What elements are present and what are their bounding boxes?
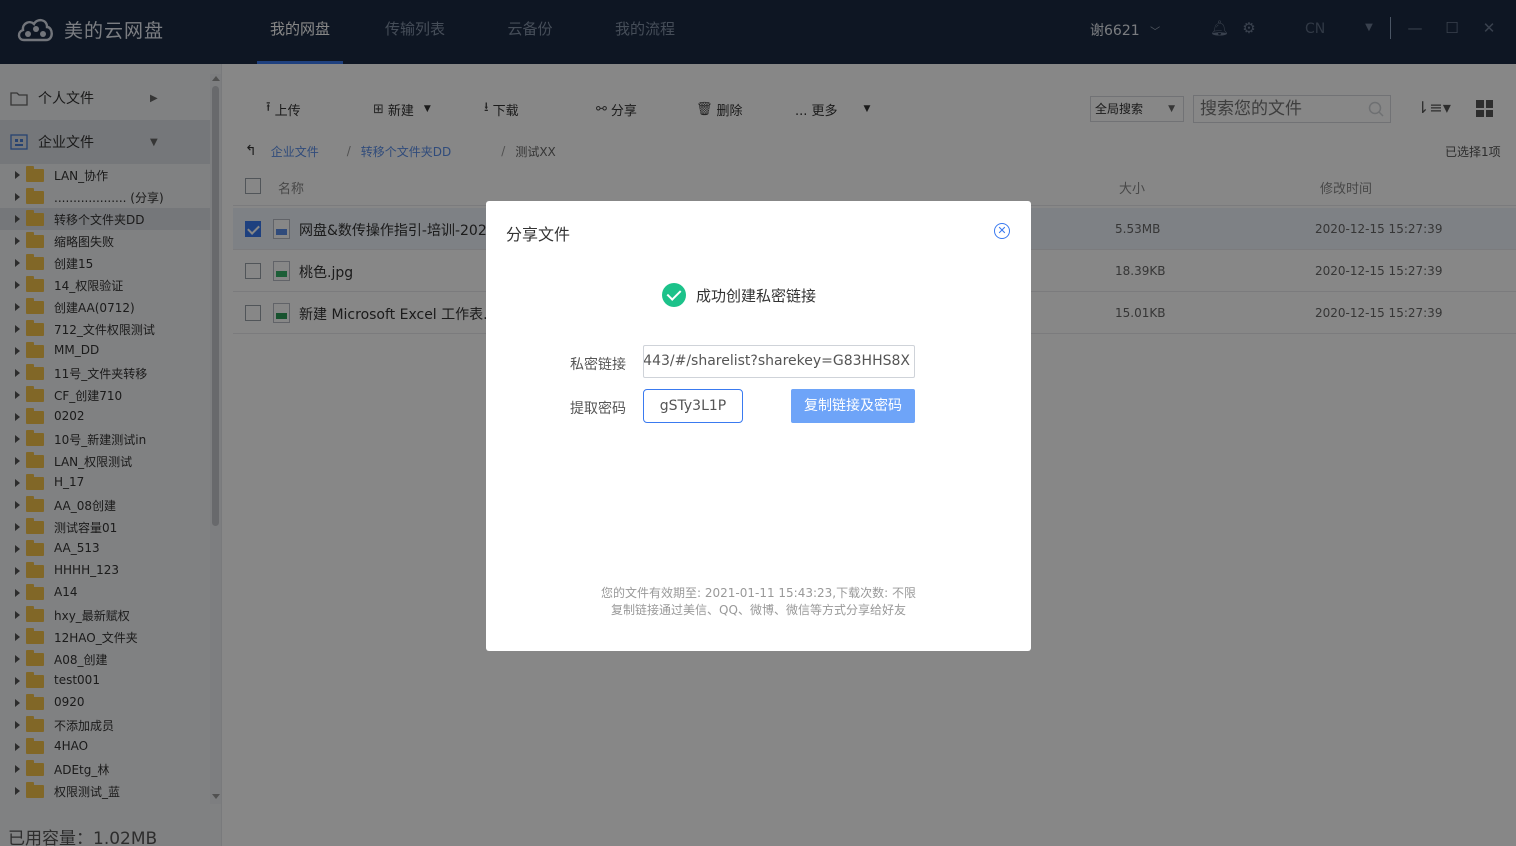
link-label: 私密链接 [570, 357, 626, 373]
password-label: 提取密码 [570, 401, 626, 417]
success-text: 成功创建私密链接 [696, 286, 817, 305]
share-dialog: 分享文件 ✕ 成功创建私密链接 私密链接 :8443/#/sharelist?s… [486, 201, 1031, 651]
expiry-note: 您的文件有效期至: 2021-01-11 15:43:23,下载次数: 不限 [601, 586, 916, 600]
success-message: 成功创建私密链接 [662, 283, 816, 307]
share-hint: 复制链接通过美信、QQ、微博、微信等方式分享给好友 [611, 603, 906, 617]
share-link-field[interactable]: :8443/#/sharelist?sharekey=G83HHS8X [643, 345, 915, 378]
check-circle-icon [662, 283, 686, 307]
copy-link-and-password-button[interactable]: 复制链接及密码 [791, 389, 915, 423]
dialog-title: 分享文件 [506, 225, 571, 244]
close-icon[interactable]: ✕ [994, 223, 1010, 239]
extract-password-field[interactable]: gSTy3L1P [643, 389, 743, 423]
